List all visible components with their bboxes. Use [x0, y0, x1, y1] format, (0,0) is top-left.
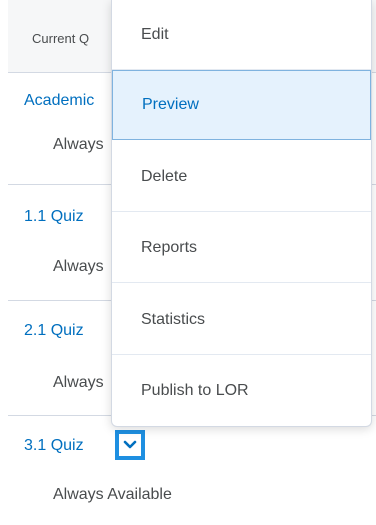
- menu-item-label: Edit: [141, 25, 169, 43]
- menu-item-delete[interactable]: Delete: [112, 142, 371, 212]
- chevron-down-icon: [119, 434, 141, 456]
- menu-item-label: Preview: [142, 96, 199, 113]
- menu-item-label: Publish to LOR: [141, 382, 249, 399]
- quiz-actions-button[interactable]: [115, 430, 145, 460]
- menu-item-label: Delete: [141, 167, 188, 185]
- quiz-context-menu: Edit Preview Delete Reports Statistics P…: [111, 0, 372, 427]
- menu-item-statistics[interactable]: Statistics: [112, 285, 371, 355]
- menu-item-preview[interactable]: Preview: [112, 70, 371, 140]
- quiz-availability: Always: [53, 136, 104, 153]
- menu-item-label: Statistics: [141, 310, 206, 328]
- quiz-availability: Always: [53, 374, 104, 391]
- quiz-link-academic[interactable]: Academic: [24, 92, 94, 110]
- quiz-list-page: Current Q Academic Always 1.1 Quiz Alway…: [0, 0, 376, 525]
- menu-item-reports[interactable]: Reports: [112, 213, 371, 283]
- quiz-availability: Always: [53, 258, 104, 275]
- quiz-link-1-1[interactable]: 1.1 Quiz: [24, 208, 84, 226]
- quiz-availability: Always Available: [53, 486, 172, 503]
- quiz-link-2-1[interactable]: 2.1 Quiz: [24, 322, 84, 340]
- menu-item-edit[interactable]: Edit: [112, 0, 371, 70]
- column-header-current-quizzes[interactable]: Current Q: [32, 31, 89, 46]
- menu-item-publish-to-lor[interactable]: Publish to LOR: [112, 356, 371, 426]
- menu-item-label: Reports: [141, 238, 198, 256]
- quiz-link-3-1[interactable]: 3.1 Quiz: [24, 437, 84, 455]
